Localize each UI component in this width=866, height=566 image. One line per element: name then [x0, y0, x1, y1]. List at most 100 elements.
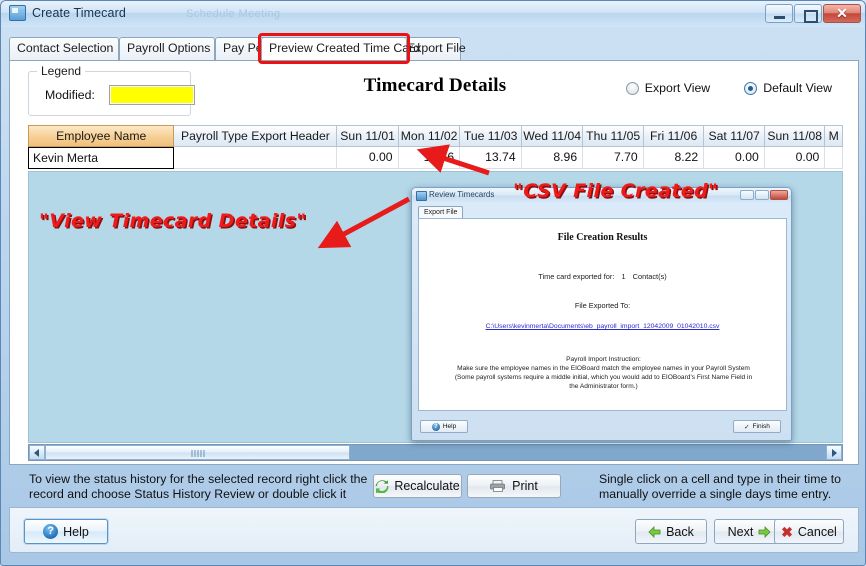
- cell-partial[interactable]: [825, 147, 843, 169]
- column-header-tue-1103[interactable]: Tue 11/03: [460, 125, 522, 147]
- back-label: Back: [666, 524, 694, 539]
- column-header-sun-1108[interactable]: Sun 11/08: [764, 125, 826, 147]
- radio-default-view[interactable]: Default View: [744, 81, 832, 95]
- status-history-note: To view the status history for the selec…: [29, 472, 368, 501]
- review-dialog-app-icon: [416, 191, 427, 201]
- background-ghost-text: Schedule Meeting: [186, 8, 281, 20]
- review-timecards-dialog: Review Timecards Export File File Creati…: [411, 187, 792, 441]
- cell-thu-1105[interactable]: 7.70: [583, 147, 644, 169]
- column-header-fri-1106[interactable]: Fri 11/06: [643, 125, 705, 147]
- grid-horizontal-scrollbar[interactable]: [28, 444, 843, 461]
- maximize-button[interactable]: [794, 4, 822, 23]
- review-dialog-body: File Creation Results Time card exported…: [418, 218, 787, 411]
- arrow-left-icon: [648, 525, 661, 538]
- review-finish-label: Finish: [752, 423, 770, 430]
- column-header-sat-1107[interactable]: Sat 11/07: [704, 125, 765, 147]
- recalculate-label: Recalculate: [394, 479, 460, 493]
- scrollbar-thumb[interactable]: [45, 445, 350, 460]
- refresh-icon: [375, 479, 389, 493]
- cell-mon-1102[interactable]: 13.46: [398, 147, 461, 169]
- instruction-heading: Payroll Import Instruction:: [566, 356, 641, 363]
- cell-sun-1101[interactable]: 0.00: [337, 147, 399, 169]
- instruction-line-3: the Administrator form.): [569, 383, 638, 390]
- close-x-icon: ✖: [781, 523, 793, 540]
- window-title: Create Timecard: [32, 6, 126, 20]
- tab-contact-selection[interactable]: Contact Selection: [9, 37, 119, 60]
- print-button[interactable]: Print: [467, 474, 561, 498]
- cell-edit-note: Single click on a cell and type in their…: [599, 472, 841, 501]
- maximize-icon: [804, 10, 818, 23]
- tab-preview-created-time-card[interactable]: Preview Created Time Card: [261, 37, 420, 60]
- close-button[interactable]: ✕: [823, 4, 861, 23]
- annotation-view-timecard-details: "View Timecard Details": [39, 210, 307, 232]
- instruction-line-2: (Some payroll systems require a middle i…: [454, 374, 753, 381]
- radio-default-view-indicator: [744, 81, 758, 95]
- tabstrip: Contact Selection Payroll Options Pay Pe…: [9, 33, 859, 64]
- exported-count-value: 1: [621, 272, 626, 281]
- radio-export-view-indicator: [625, 81, 639, 95]
- column-header-mon-1102[interactable]: Mon 11/02: [398, 125, 461, 147]
- review-dialog-help-button[interactable]: ? Help: [420, 420, 468, 433]
- column-header-employee-name[interactable]: Employee Name: [28, 125, 175, 147]
- cell-sat-1107[interactable]: 0.00: [704, 147, 765, 169]
- radio-export-view-label: Export View: [644, 81, 711, 95]
- check-icon: ✓: [744, 423, 750, 431]
- file-exported-to-label: File Exported To:: [574, 301, 631, 310]
- review-help-label: Help: [442, 423, 457, 430]
- review-dialog-close-button[interactable]: [770, 190, 788, 200]
- file-creation-results-heading: File Creation Results: [557, 232, 648, 243]
- help-button[interactable]: ? Help: [24, 519, 108, 544]
- exported-count-line: Time card exported for: 1 Contact(s): [419, 272, 786, 281]
- radio-export-view[interactable]: Export View: [625, 81, 711, 95]
- contacts-label: Contact(s): [632, 272, 667, 281]
- next-label: Next: [727, 524, 754, 539]
- view-mode-radio-group: Export View Default View: [625, 81, 832, 95]
- app-icon: [9, 5, 26, 21]
- payroll-import-instruction: Payroll Import Instruction: Make sure th…: [427, 355, 780, 391]
- column-header-payroll-type-export-header[interactable]: Payroll Type Export Header: [174, 125, 338, 147]
- scroll-right-arrow-icon[interactable]: [826, 445, 842, 460]
- review-dialog-footer: ? Help ✓ Finish: [412, 417, 791, 437]
- column-header-sun-1101[interactable]: Sun 11/01: [337, 125, 399, 147]
- scroll-left-arrow-icon[interactable]: [29, 445, 45, 460]
- review-dialog-finish-button[interactable]: ✓ Finish: [733, 420, 781, 433]
- cell-fri-1106[interactable]: 8.22: [643, 147, 705, 169]
- printer-icon: [490, 480, 507, 492]
- window-titlebar: Create Timecard Schedule Meeting ✕: [1, 1, 865, 27]
- review-dialog-window-controls: [740, 190, 788, 200]
- close-icon: ✕: [836, 5, 848, 21]
- tab-payroll-options[interactable]: Payroll Options: [119, 37, 215, 60]
- cell-sun-1108[interactable]: 0.00: [764, 147, 826, 169]
- timecard-grid: Employee Name Payroll Type Export Header…: [28, 125, 844, 171]
- cancel-button[interactable]: ✖ Cancel: [774, 519, 844, 544]
- review-dialog-title: Review Timecards: [429, 190, 495, 199]
- cell-tue-1103[interactable]: 13.74: [460, 147, 522, 169]
- exported-for-label: Time card exported for:: [538, 272, 615, 281]
- scrollbar-grip-icon: [191, 450, 204, 457]
- help-label: Help: [63, 524, 89, 539]
- minimize-button[interactable]: [765, 4, 793, 23]
- table-row[interactable]: Kevin Merta 0.00 13.46 13.74 8.96 7.70 8…: [28, 147, 843, 169]
- wizard-footer-bar: ? Help Back Next ✖ Cancel: [9, 507, 859, 553]
- arrow-right-icon: [758, 525, 771, 538]
- create-timecard-window: Create Timecard Schedule Meeting ✕ Conta…: [0, 0, 866, 566]
- review-dialog-minimize-button[interactable]: [740, 190, 754, 200]
- recalculate-button[interactable]: Recalculate: [373, 474, 462, 498]
- review-dialog-maximize-button[interactable]: [755, 190, 769, 200]
- grid-header-row: Employee Name Payroll Type Export Header…: [28, 125, 844, 147]
- column-header-wed-1104[interactable]: Wed 11/04: [521, 125, 584, 147]
- cancel-label: Cancel: [797, 524, 837, 539]
- back-button[interactable]: Back: [635, 519, 707, 544]
- cell-employee-name[interactable]: Kevin Merta: [28, 147, 175, 169]
- cell-payroll-type-export-header[interactable]: [174, 147, 338, 169]
- instruction-line-1: Make sure the employee names in the EIOB…: [457, 365, 750, 372]
- question-mark-icon: ?: [43, 524, 59, 539]
- cell-wed-1104[interactable]: 8.96: [521, 147, 584, 169]
- review-question-mark-icon: ?: [431, 422, 440, 431]
- column-header-thu-1105[interactable]: Thu 11/05: [583, 125, 644, 147]
- column-header-partial[interactable]: M: [825, 125, 844, 147]
- window-title-group: Create Timecard: [9, 5, 126, 21]
- exported-file-path-link[interactable]: C:\Users\kevinmerta\Documents\eb_payroll…: [419, 323, 786, 330]
- radio-default-view-label: Default View: [763, 81, 832, 95]
- annotation-csv-file-created: "CSV File Created": [513, 180, 719, 202]
